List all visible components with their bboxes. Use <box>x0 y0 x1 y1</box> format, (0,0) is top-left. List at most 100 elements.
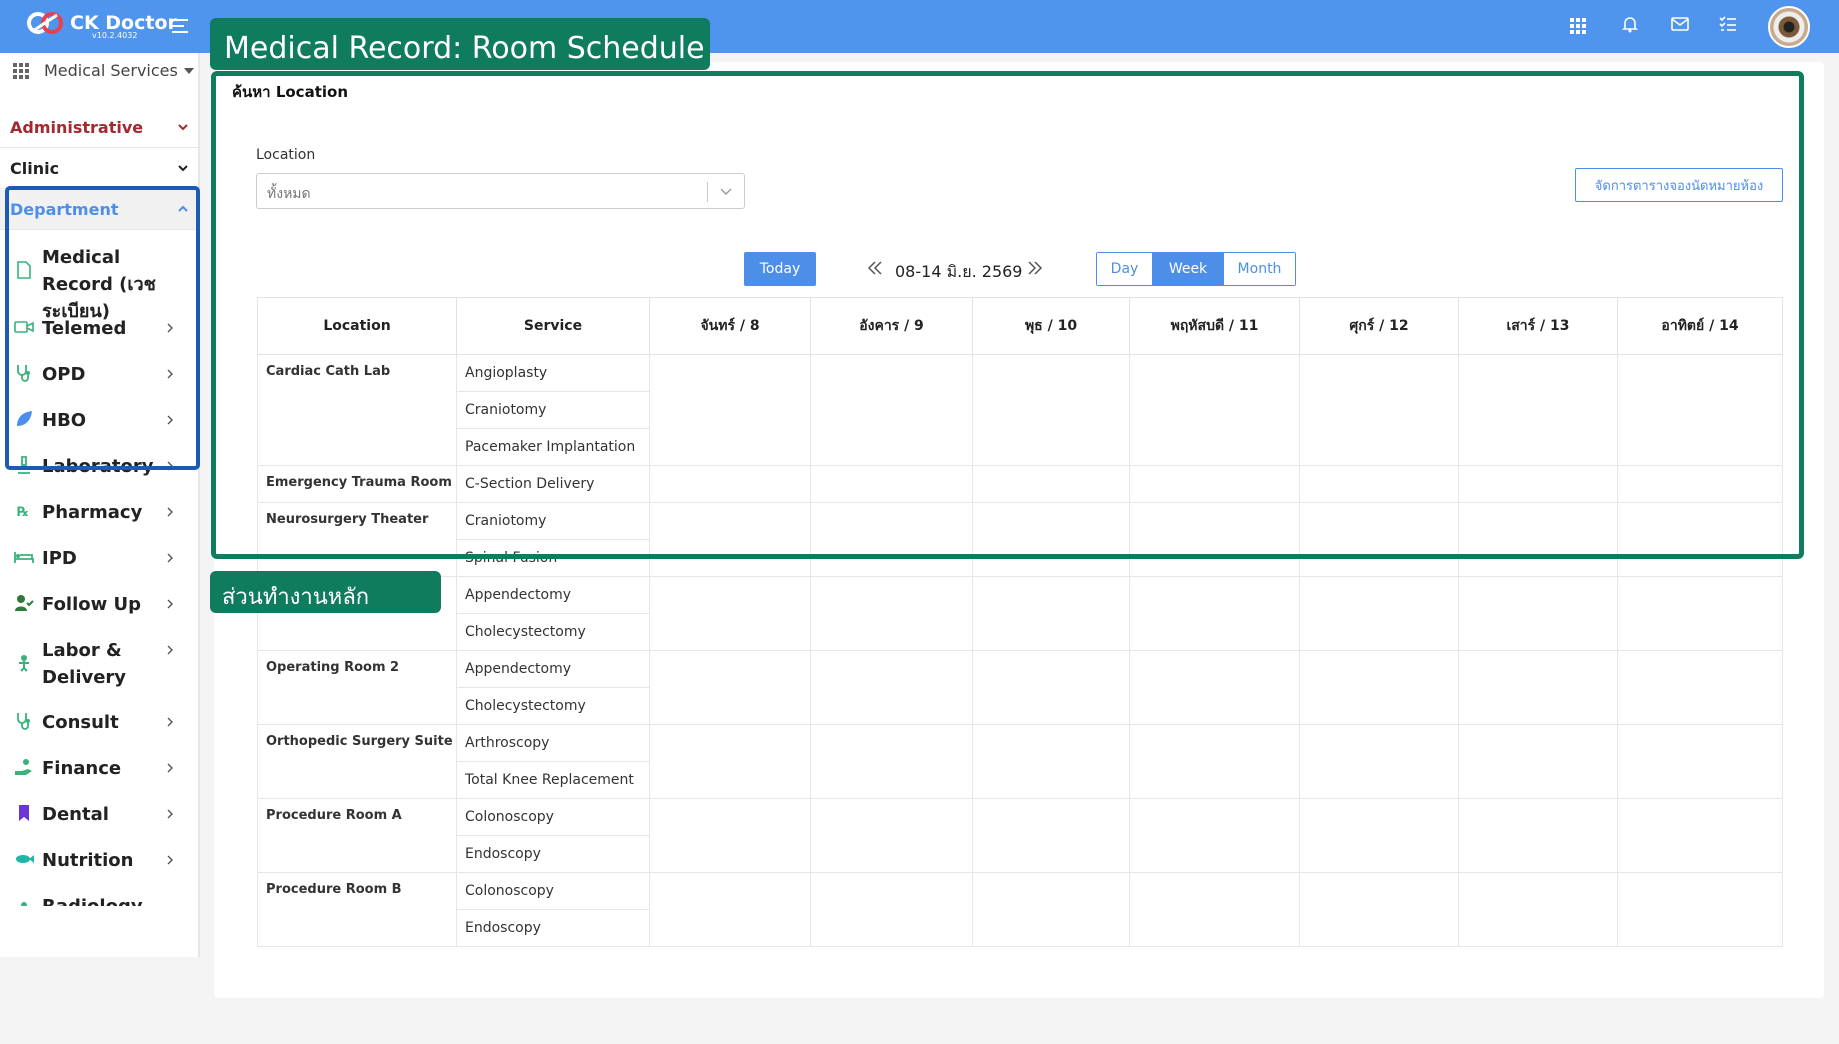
tooth-icon <box>19 805 29 821</box>
day-slot[interactable] <box>1299 872 1459 947</box>
sidebar-fade <box>0 906 198 957</box>
hand-money-icon <box>15 759 32 775</box>
day-slot[interactable] <box>810 724 973 799</box>
day-slot[interactable] <box>810 576 973 651</box>
sidebar-item-label: Dental <box>42 804 109 825</box>
section-administrative[interactable]: Administrative <box>0 108 198 148</box>
sidebar-item-label: Nutrition <box>42 850 134 871</box>
day-slot[interactable] <box>1299 798 1459 873</box>
day-slot[interactable] <box>1458 872 1618 947</box>
day-slot[interactable] <box>1299 650 1459 725</box>
task-list-icon[interactable] <box>1718 14 1738 34</box>
day-slot[interactable] <box>972 650 1130 725</box>
day-slot[interactable] <box>1458 724 1618 799</box>
sidebar-item-label: Finance <box>42 758 122 779</box>
service-cell: Appendectomy <box>456 576 650 614</box>
location-cell: Procedure Room B <box>257 872 457 947</box>
section-clinic[interactable]: Clinic <box>0 149 198 189</box>
infinity-logo-icon <box>27 12 63 34</box>
chevron-down-icon <box>178 124 188 131</box>
day-slot[interactable] <box>810 872 973 947</box>
service-cell: Cholecystectomy <box>456 687 650 725</box>
user-avatar[interactable] <box>1768 6 1810 48</box>
day-slot[interactable] <box>1299 724 1459 799</box>
sidebar-item-dental[interactable]: Dental <box>0 801 198 828</box>
bell-icon[interactable] <box>1620 14 1640 34</box>
service-cell: Appendectomy <box>456 650 650 688</box>
service-cell: Colonoscopy <box>456 798 650 836</box>
sidebar-item-ipd[interactable]: IPD <box>0 545 198 572</box>
caret-down-icon <box>183 67 194 74</box>
sidebar-item-consult[interactable]: Consult <box>0 709 198 736</box>
day-slot[interactable] <box>1617 872 1783 947</box>
sidebar-item-pharmacy[interactable]: ℞ Pharmacy <box>0 499 198 526</box>
service-selector-label: Medical Services <box>44 61 178 80</box>
table-row: Orthopedic Surgery Suite Arthroscopy <box>257 724 1783 799</box>
sidebar-item-label: IPD <box>42 548 77 569</box>
chevron-right-icon <box>167 507 173 517</box>
sidebar-item-label: Pharmacy <box>42 502 143 523</box>
day-slot[interactable] <box>972 872 1130 947</box>
section-administrative-label: Administrative <box>10 118 144 137</box>
day-slot[interactable] <box>1458 650 1618 725</box>
menu-toggle-icon[interactable] <box>172 18 190 34</box>
service-cell: Arthroscopy <box>456 724 650 762</box>
day-slot[interactable] <box>1129 650 1300 725</box>
service-cell: Endoscopy <box>456 835 650 873</box>
annotation-main-area-label: ส่วนทำงานหลัก <box>210 571 441 613</box>
day-slot[interactable] <box>810 798 973 873</box>
table-row: Operating Room 2 Appendectomy <box>257 650 1783 725</box>
app-version: v10.2.4032 <box>92 31 138 40</box>
day-slot[interactable] <box>1617 576 1783 651</box>
day-slot[interactable] <box>1617 798 1783 873</box>
chevron-right-icon <box>167 599 173 609</box>
day-slot[interactable] <box>1129 724 1300 799</box>
sidebar-item-label: Follow Up <box>42 594 142 615</box>
day-slot[interactable] <box>972 798 1130 873</box>
day-slot[interactable] <box>1299 576 1459 651</box>
chevron-right-icon <box>167 645 173 655</box>
service-cell: Colonoscopy <box>456 872 650 910</box>
day-slot[interactable] <box>1129 576 1300 651</box>
mail-icon[interactable] <box>1670 14 1690 34</box>
sidebar-item-follow-up[interactable]: Follow Up <box>0 591 198 618</box>
section-clinic-label: Clinic <box>10 159 60 178</box>
fish-icon <box>16 855 34 863</box>
day-slot[interactable] <box>649 576 811 651</box>
day-slot[interactable] <box>1129 798 1300 873</box>
day-slot[interactable] <box>810 650 973 725</box>
chevron-down-icon <box>178 165 188 172</box>
rx-icon: ℞ <box>17 505 29 520</box>
bed-icon <box>14 552 34 563</box>
stethoscope-icon <box>17 713 30 730</box>
service-cell: Endoscopy <box>456 909 650 947</box>
day-slot[interactable] <box>649 872 811 947</box>
day-slot[interactable] <box>1458 576 1618 651</box>
chevron-right-icon <box>167 717 173 727</box>
service-selector[interactable]: Medical Services <box>12 61 194 80</box>
sidebar-item-label: Labor & Delivery <box>42 640 127 688</box>
day-slot[interactable] <box>1458 798 1618 873</box>
apps-grid-icon[interactable] <box>1568 16 1588 36</box>
grid-icon <box>13 62 29 79</box>
day-slot[interactable] <box>649 724 811 799</box>
chevron-right-icon <box>167 763 173 773</box>
sidebar-item-label: Consult <box>42 712 119 733</box>
day-slot[interactable] <box>1129 872 1300 947</box>
day-slot[interactable] <box>1617 724 1783 799</box>
day-slot[interactable] <box>972 576 1130 651</box>
chevron-right-icon <box>167 855 173 865</box>
table-row: Procedure Room B Colonoscopy <box>257 872 1783 947</box>
service-cell: Cholecystectomy <box>456 613 650 651</box>
annotation-title: Medical Record: Room Schedule <box>210 18 710 70</box>
day-slot[interactable] <box>649 650 811 725</box>
day-slot[interactable] <box>1617 650 1783 725</box>
sidebar-item-labor-delivery[interactable]: Labor & Delivery <box>0 637 198 691</box>
sidebar-item-finance[interactable]: Finance <box>0 755 198 782</box>
day-slot[interactable] <box>972 724 1130 799</box>
sidebar-item-nutrition[interactable]: Nutrition <box>0 847 198 874</box>
service-cell: Total Knee Replacement <box>456 761 650 799</box>
location-cell: Procedure Room A <box>257 798 457 873</box>
day-slot[interactable] <box>649 798 811 873</box>
svg-text:℞: ℞ <box>17 505 29 520</box>
